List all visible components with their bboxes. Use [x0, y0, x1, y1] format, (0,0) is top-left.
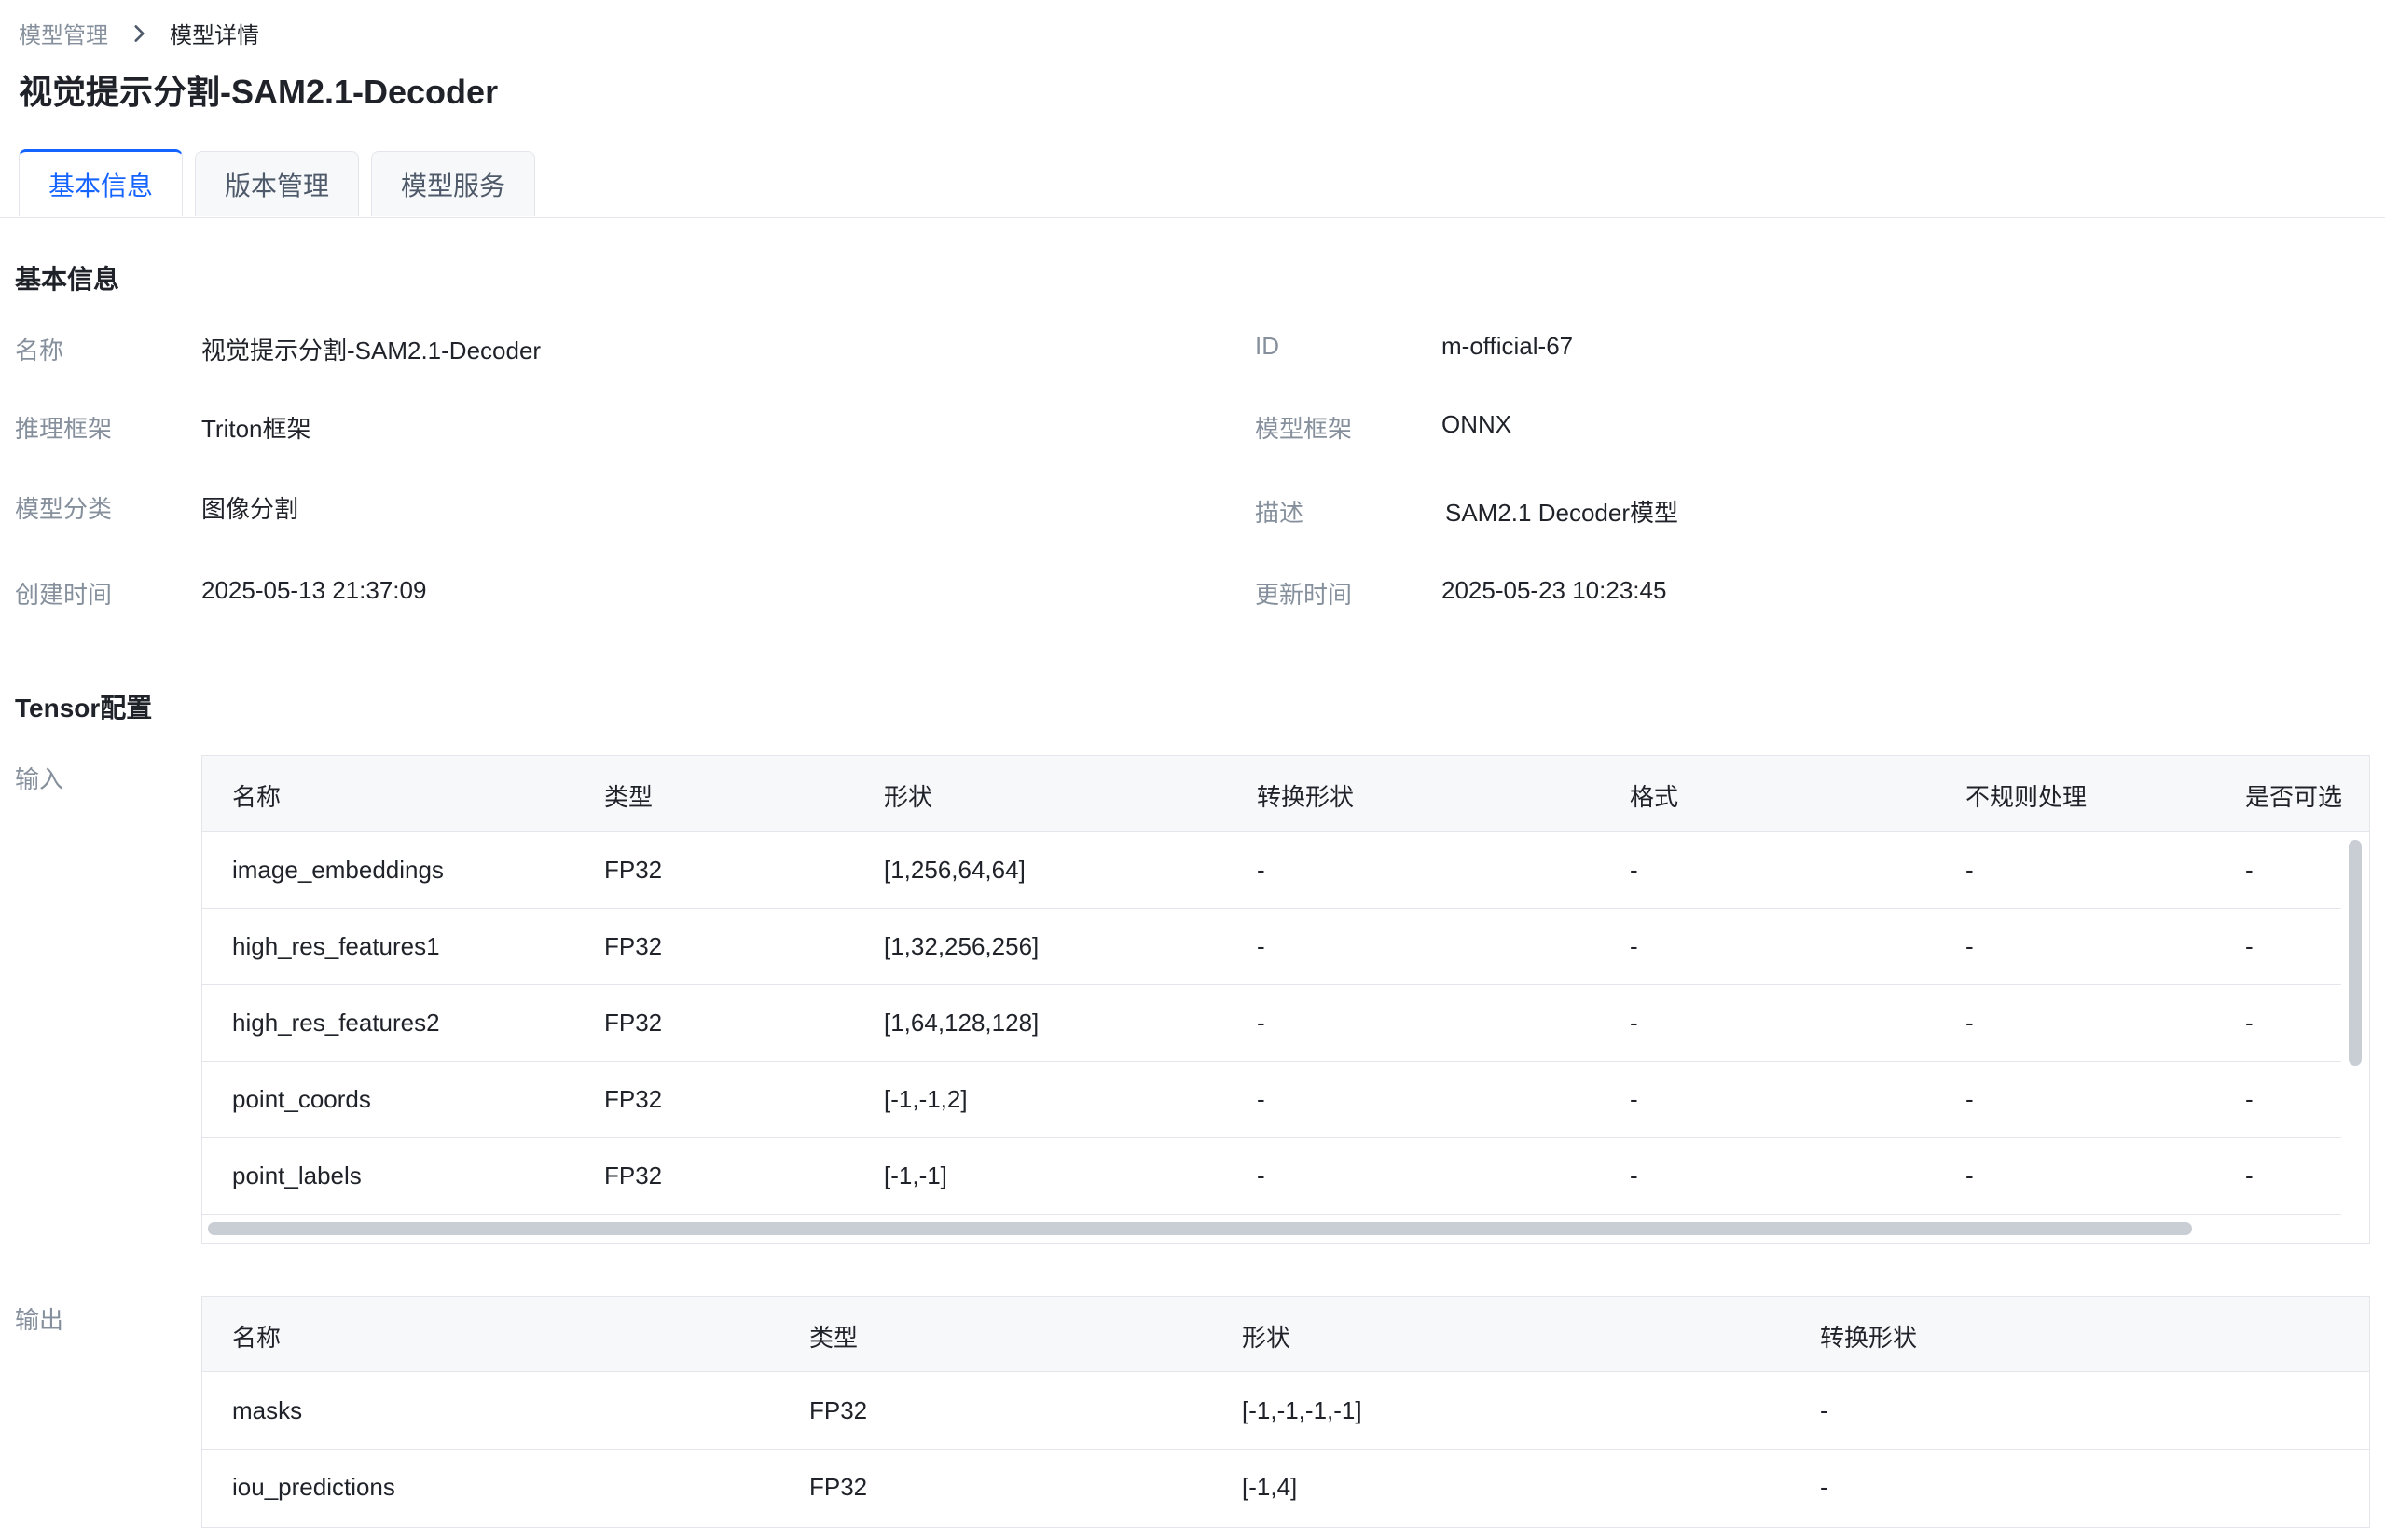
table-row: iou_predictions FP32 [-1,4] -	[202, 1449, 2369, 1525]
cell-type: FP32	[604, 932, 663, 960]
input-tensor-table: 名称 类型 形状 转换形状 格式 不规则处理 是否可选 image_embedd…	[201, 755, 2370, 1244]
basic-info-section-title: 基本信息	[15, 265, 120, 294]
output-tensor-table: 名称 类型 形状 转换形状 masks FP32 [-1,-1,-1,-1] -…	[201, 1296, 2370, 1528]
cell-type: FP32	[604, 1009, 663, 1037]
horizontal-scrollbar[interactable]	[208, 1222, 2192, 1235]
table-row: point_labels FP32 [-1,-1] - - - -	[202, 1137, 2341, 1215]
input-col-ragged: 不规则处理	[1965, 783, 2088, 811]
output-table-header: 名称 类型 形状 转换形状	[202, 1297, 2369, 1372]
description-label: 描述	[1255, 499, 1304, 527]
cell-ragged: -	[1965, 932, 1974, 960]
table-row: masks FP32 [-1,-1,-1,-1] -	[202, 1372, 2369, 1450]
cell-reshape: -	[1257, 1085, 1265, 1113]
cell-reshape: -	[1820, 1396, 1828, 1424]
cell-name: high_res_features2	[232, 1009, 440, 1037]
cell-format: -	[1630, 856, 1638, 884]
cell-shape: [-1,4]	[1242, 1473, 1298, 1501]
breadcrumb: 模型管理 模型详情	[19, 17, 259, 49]
cell-shape: [-1,-1]	[884, 1162, 947, 1189]
cell-reshape: -	[1257, 1162, 1265, 1189]
tab-divider	[0, 217, 2385, 218]
cell-optional: -	[2245, 1162, 2254, 1189]
breadcrumb-parent-link[interactable]: 模型管理	[19, 17, 108, 49]
cell-reshape: -	[1257, 856, 1265, 884]
name-label: 名称	[15, 337, 64, 364]
inference-framework-value: Triton框架	[201, 415, 311, 443]
output-col-type: 类型	[809, 1324, 859, 1352]
input-col-name: 名称	[232, 783, 282, 811]
input-col-format: 格式	[1630, 783, 1679, 811]
cell-optional: -	[2245, 856, 2254, 884]
created-time-value: 2025-05-13 21:37:09	[201, 576, 427, 604]
input-col-shape: 形状	[884, 783, 933, 811]
cell-ragged: -	[1965, 1162, 1974, 1189]
output-label: 输出	[15, 1306, 64, 1334]
description-value: SAM2.1 Decoder模型	[1445, 499, 1678, 527]
page-title: 视觉提示分割-SAM2.1-Decoder	[19, 73, 499, 111]
updated-time-label: 更新时间	[1255, 581, 1353, 609]
id-value: m-official-67	[1441, 332, 1574, 360]
cell-format: -	[1630, 1085, 1638, 1113]
vertical-scrollbar[interactable]	[2349, 840, 2362, 1066]
cell-format: -	[1630, 1009, 1638, 1037]
model-category-value: 图像分割	[201, 495, 299, 523]
chevron-right-icon	[134, 24, 145, 42]
breadcrumb-current: 模型详情	[170, 23, 259, 48]
cell-name: point_coords	[232, 1085, 371, 1113]
input-label: 输入	[15, 765, 64, 793]
table-row: high_res_features2 FP32 [1,64,128,128] -…	[202, 984, 2341, 1062]
model-category-label: 模型分类	[15, 495, 113, 523]
cell-reshape: -	[1257, 1009, 1265, 1037]
cell-reshape: -	[1257, 932, 1265, 960]
cell-name: iou_predictions	[232, 1473, 395, 1501]
cell-ragged: -	[1965, 856, 1974, 884]
tab-model-service[interactable]: 模型服务	[371, 151, 535, 216]
table-row: high_res_features1 FP32 [1,32,256,256] -…	[202, 908, 2341, 985]
cell-name: masks	[232, 1396, 303, 1424]
cell-shape: [-1,-1,-1,-1]	[1242, 1396, 1362, 1424]
id-label: ID	[1255, 332, 1279, 360]
cell-shape: [1,256,64,64]	[884, 856, 1026, 884]
cell-type: FP32	[604, 856, 663, 884]
created-time-label: 创建时间	[15, 581, 113, 609]
cell-name: image_embeddings	[232, 856, 444, 884]
table-row: point_coords FP32 [-1,-1,2] - - - -	[202, 1061, 2341, 1138]
tab-bar: 基本信息 版本管理 模型服务	[19, 149, 535, 216]
cell-optional: -	[2245, 1085, 2254, 1113]
cell-format: -	[1630, 932, 1638, 960]
output-col-reshape: 转换形状	[1820, 1324, 1918, 1352]
cell-ragged: -	[1965, 1009, 1974, 1037]
cell-name: point_labels	[232, 1162, 362, 1189]
cell-shape: [1,32,256,256]	[884, 932, 1040, 960]
cell-optional: -	[2245, 932, 2254, 960]
cell-type: FP32	[809, 1473, 868, 1501]
input-col-optional: 是否可选	[2245, 783, 2343, 811]
name-value: 视觉提示分割-SAM2.1-Decoder	[201, 337, 542, 364]
cell-shape: [-1,-1,2]	[884, 1085, 968, 1113]
table-row: image_embeddings FP32 [1,256,64,64] - - …	[202, 832, 2341, 909]
tensor-section-title: Tensor配置	[15, 694, 153, 722]
cell-type: FP32	[604, 1085, 663, 1113]
cell-reshape: -	[1820, 1473, 1828, 1501]
cell-format: -	[1630, 1162, 1638, 1189]
model-framework-value: ONNX	[1441, 410, 1512, 438]
cell-name: high_res_features1	[232, 932, 440, 960]
input-col-reshape: 转换形状	[1257, 783, 1355, 811]
tab-version-management[interactable]: 版本管理	[195, 151, 359, 216]
tab-basic-info[interactable]: 基本信息	[19, 149, 183, 216]
updated-time-value: 2025-05-23 10:23:45	[1441, 576, 1667, 604]
cell-shape: [1,64,128,128]	[884, 1009, 1040, 1037]
input-col-type: 类型	[604, 783, 654, 811]
output-col-shape: 形状	[1242, 1324, 1291, 1352]
cell-type: FP32	[809, 1396, 868, 1424]
cell-ragged: -	[1965, 1085, 1974, 1113]
cell-optional: -	[2245, 1009, 2254, 1037]
inference-framework-label: 推理框架	[15, 415, 113, 443]
model-framework-label: 模型框架	[1255, 415, 1353, 443]
input-table-header: 名称 类型 形状 转换形状 格式 不规则处理 是否可选	[202, 756, 2369, 832]
output-col-name: 名称	[232, 1324, 282, 1352]
cell-type: FP32	[604, 1162, 663, 1189]
